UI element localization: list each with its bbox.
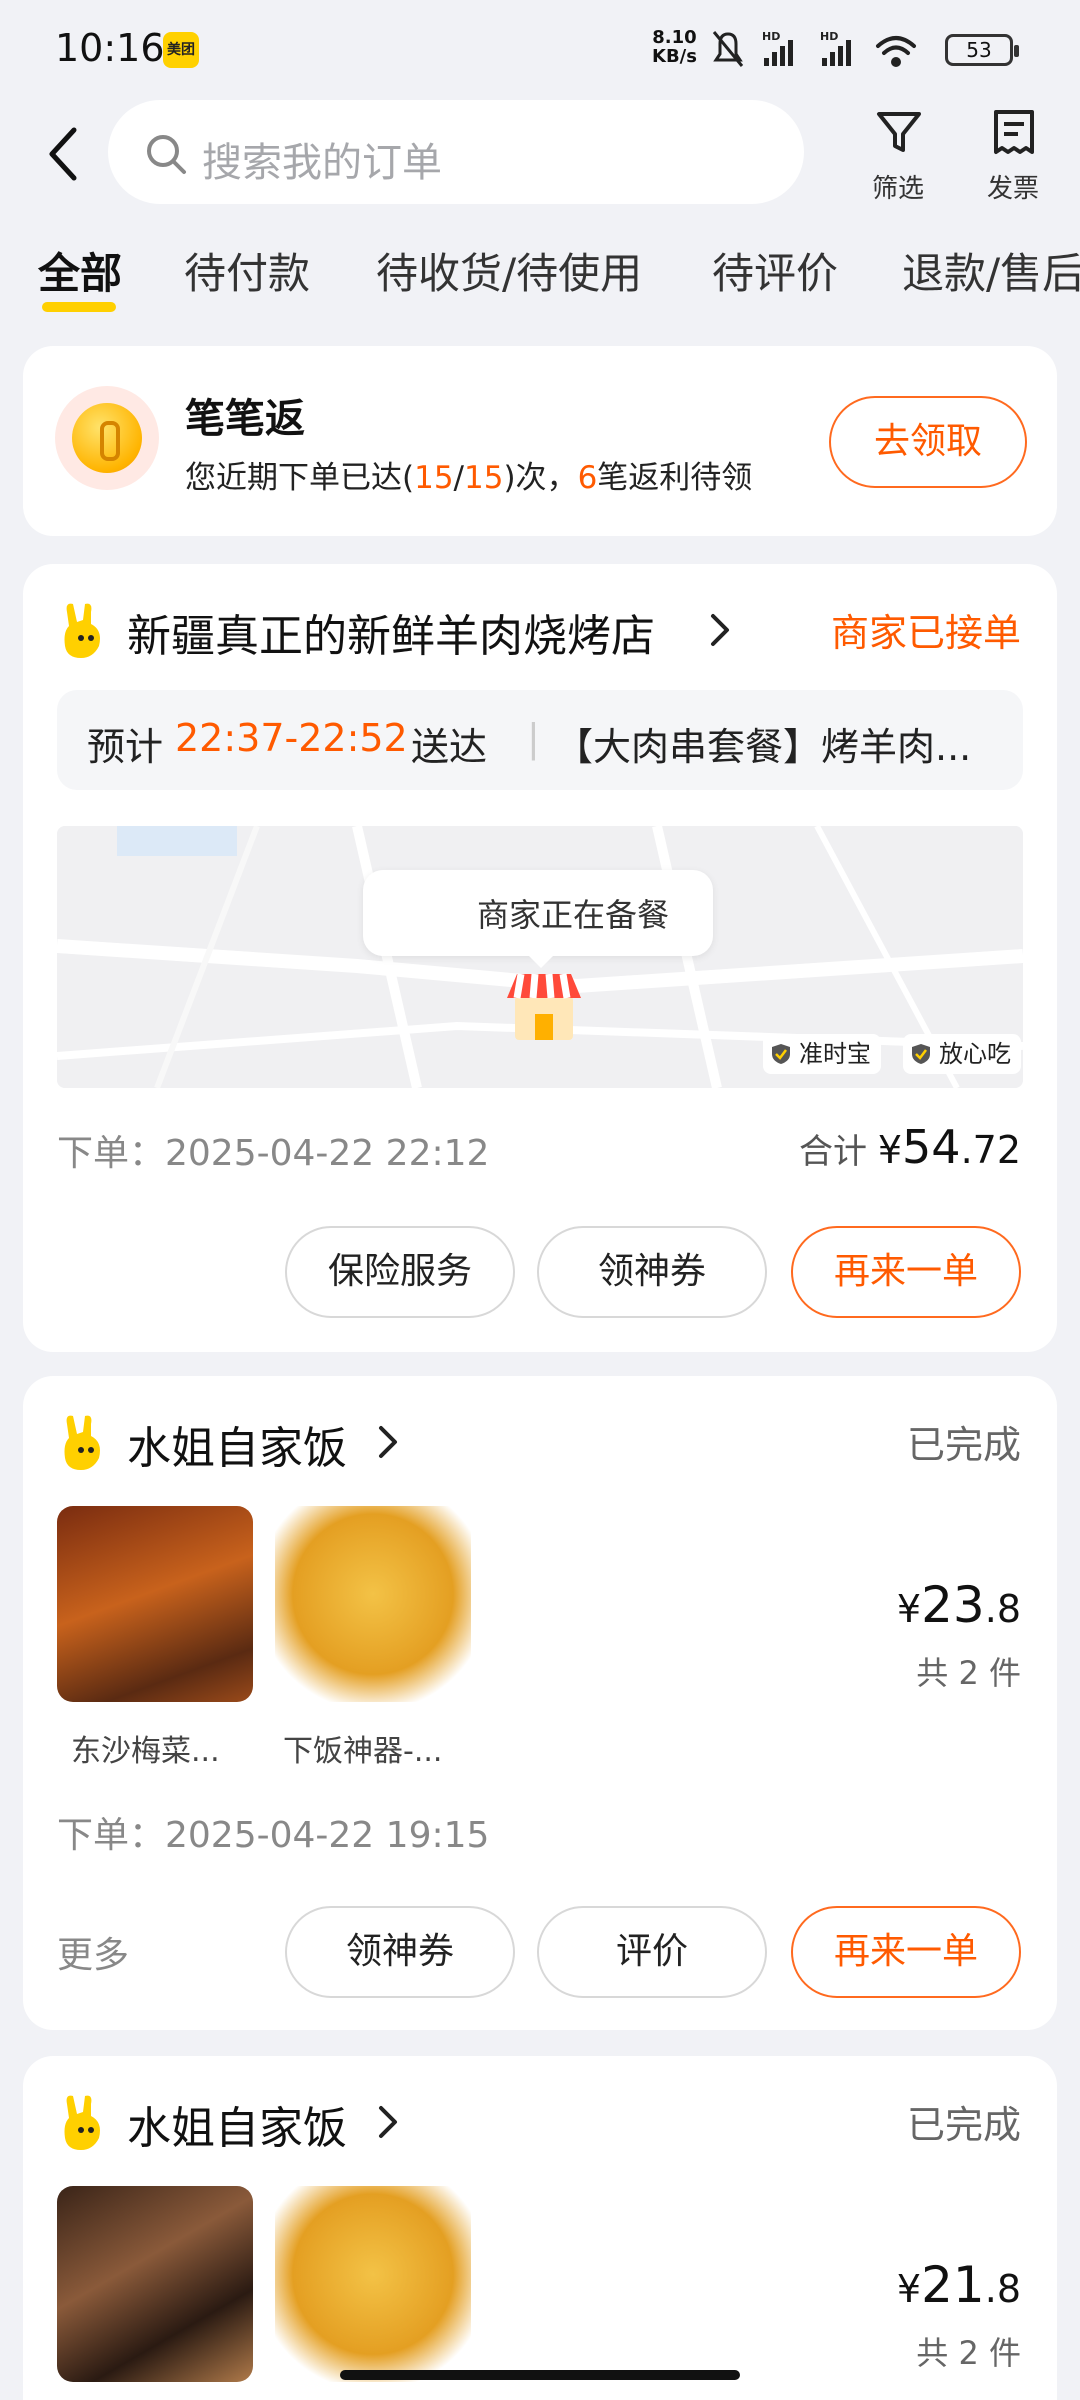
order-price: ¥21.8 — [896, 2256, 1021, 2314]
food-image[interactable] — [57, 1506, 253, 1702]
chevron-right-icon — [711, 614, 729, 646]
shield-icon — [912, 1044, 930, 1064]
map-status-text: 商家正在备餐 — [477, 896, 670, 934]
svg-text:HD: HD — [820, 30, 838, 43]
on-time-tag: 准时宝 — [763, 1034, 881, 1074]
food-image[interactable] — [275, 1506, 471, 1702]
review-button[interactable]: 评价 — [537, 1906, 767, 1998]
eta-time: 22:37-22:52 — [175, 716, 408, 760]
order-card[interactable]: 新疆真正的新鲜羊肉烧烤店 商家已接单 预计 22:37-22:52 送达 | 【… — [23, 564, 1057, 1352]
food-name: 东沙梅菜... — [71, 1734, 220, 1769]
signal-hd-1-icon: HD — [762, 30, 793, 66]
battery-indicator: 53 — [945, 34, 1019, 66]
shop-location-icon — [507, 973, 581, 1040]
shop-name[interactable]: 水姐自家饭 — [127, 1412, 347, 1476]
status-bar: 10:16 美团 8.10 KB/s HD HD 53 — [0, 0, 1080, 96]
tab-pending-review[interactable]: 待评价 — [712, 240, 838, 301]
coupon-button[interactable]: 领神券 — [537, 1226, 767, 1318]
wifi-icon — [876, 36, 916, 67]
filter-label: 筛选 — [871, 174, 924, 204]
more-link[interactable]: 更多 — [57, 1926, 129, 1978]
tab-pending-payment[interactable]: 待付款 — [184, 240, 310, 301]
filter-icon — [877, 112, 921, 152]
meituan-mascot-icon — [64, 603, 100, 658]
search-icon — [147, 135, 186, 174]
order-price: ¥23.8 — [896, 1576, 1021, 1634]
invoice-button[interactable]: 发票 — [968, 102, 1058, 204]
meituan-app-icon: 美团 — [163, 32, 199, 68]
cashback-title: 笔笔返 — [185, 396, 305, 442]
status-time: 10:16 — [55, 26, 165, 70]
food-name: 下饭神器-... — [283, 1734, 443, 1769]
item-count: 共 2 件 — [916, 1654, 1021, 1692]
mute-bell-icon — [712, 31, 744, 67]
tab-all[interactable]: 全部 — [38, 240, 122, 301]
reorder-button[interactable]: 再来一单 — [791, 1906, 1021, 1998]
order-status: 已完成 — [906, 1423, 1021, 1467]
meituan-mascot-icon — [64, 1415, 100, 1470]
delivery-map[interactable]: 商家正在备餐 准时宝 放心吃 — [57, 826, 1023, 1088]
svg-text:HD: HD — [762, 30, 780, 43]
order-time: 下单：2025-04-22 19:15 — [57, 1815, 490, 1856]
invoice-icon — [994, 110, 1034, 154]
order-total: 合计 ¥54.72 — [799, 1120, 1021, 1174]
item-count: 共 2 件 — [916, 2334, 1021, 2372]
home-indicator[interactable] — [340, 2370, 740, 2380]
eta-bar[interactable]: 预计 22:37-22:52 送达 | 【大肉串套餐】烤羊肉... — [57, 690, 1023, 790]
chevron-right-icon — [379, 2106, 397, 2138]
eta-items: 【大肉串套餐】烤羊肉... — [555, 725, 972, 769]
back-arrow-icon[interactable] — [40, 124, 90, 184]
divider: | — [527, 716, 540, 760]
filter-button[interactable]: 筛选 — [853, 102, 943, 204]
tab-refund[interactable]: 退款/售后 — [902, 240, 1080, 301]
reorder-button[interactable]: 再来一单 — [791, 1226, 1021, 1318]
shop-name[interactable]: 水姐自家饭 — [127, 2092, 347, 2156]
order-status: 已完成 — [906, 2103, 1021, 2147]
tab-pending-receipt[interactable]: 待收货/待使用 — [376, 240, 642, 301]
food-image[interactable] — [57, 2186, 253, 2382]
order-tabs: 全部 待付款 待收货/待使用 待评价 退款/售后 — [0, 240, 1080, 320]
search-placeholder: 搜索我的订单 — [202, 140, 442, 186]
safe-eat-tag: 放心吃 — [903, 1034, 1021, 1074]
food-image[interactable] — [275, 2186, 471, 2382]
network-speed: 8.10 KB/s — [652, 27, 697, 67]
cashback-subtitle: 您近期下单已达(15/15)次，6笔返利待领 — [185, 460, 753, 496]
chevron-right-icon — [379, 1426, 397, 1458]
meituan-mascot-icon — [64, 2095, 100, 2150]
invoice-label: 发票 — [986, 174, 1039, 204]
cashback-card: 笔笔返 您近期下单已达(15/15)次，6笔返利待领 去领取 — [23, 346, 1057, 536]
shop-thumbnail — [395, 878, 465, 948]
order-time: 下单：2025-04-22 22:12 — [57, 1133, 490, 1174]
coupon-button[interactable]: 领神券 — [285, 1906, 515, 1998]
claim-button[interactable]: 去领取 — [829, 396, 1027, 488]
search-input[interactable]: 搜索我的订单 — [108, 100, 804, 204]
order-card[interactable]: 水姐自家饭 已完成 ¥21.8 共 2 件 — [23, 2056, 1057, 2400]
shield-icon — [772, 1044, 790, 1064]
coin-icon — [55, 386, 159, 490]
shop-name[interactable]: 新疆真正的新鲜羊肉烧烤店 — [127, 600, 655, 664]
header: 搜索我的订单 筛选 发票 — [0, 96, 1080, 216]
tab-active-indicator — [42, 302, 116, 312]
order-card[interactable]: 水姐自家饭 已完成 东沙梅菜... 下饭神器-... ¥23.8 共 2 件 下… — [23, 1376, 1057, 2030]
insurance-button[interactable]: 保险服务 — [285, 1226, 515, 1318]
order-status: 商家已接单 — [830, 611, 1021, 655]
map-status-bubble: 商家正在备餐 — [363, 870, 713, 968]
signal-hd-2-icon: HD — [820, 30, 851, 66]
